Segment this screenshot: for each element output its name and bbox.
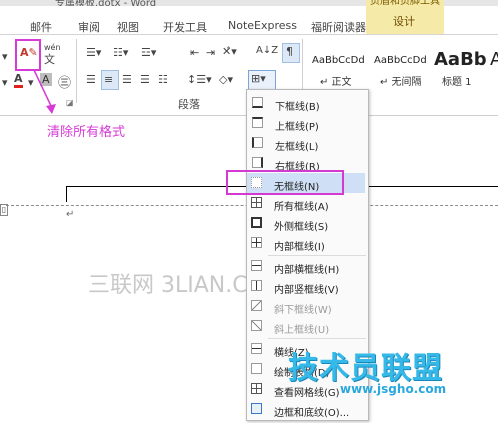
tab-review[interactable]: 审阅 xyxy=(78,19,100,35)
menu-item-all-borders[interactable]: 所有框线(A) xyxy=(246,194,367,213)
style-no-spacing[interactable]: AaBbCcDd ↵ 无间隔 xyxy=(372,39,434,93)
outside-borders-icon xyxy=(251,217,262,228)
tab-noteexpress[interactable]: NoteExpress xyxy=(228,19,297,32)
watermark-jsgho-url: www.jsgho.com xyxy=(340,382,447,396)
menu-item-diagonal-up: 斜上框线(U) xyxy=(246,317,367,336)
align-left-icon[interactable]: ☰ xyxy=(86,73,96,86)
numbering-icon[interactable]: ☷▾ xyxy=(113,46,128,59)
font-dialog-launcher-icon[interactable]: ◪ xyxy=(66,98,74,107)
font-dropdown-arrow-icon[interactable]: ▾ xyxy=(2,50,8,63)
style-next-sample: A xyxy=(490,49,498,70)
menu-item-inside-borders[interactable]: 内部框线(I) xyxy=(246,234,367,253)
no-border-highlight xyxy=(226,170,344,195)
style-no-spacing-sample: AaBbCcDd xyxy=(374,55,427,66)
borders-shading-icon xyxy=(251,403,262,414)
tab-design-label: 设计 xyxy=(393,15,415,28)
menu-item-top-border[interactable]: 上框线(P) xyxy=(247,114,368,133)
annotation-clear-all-formatting: 清除所有格式 xyxy=(47,125,126,140)
bullets-icon[interactable]: ☰▾ xyxy=(86,46,101,59)
right-border-icon xyxy=(252,157,263,168)
distributed-icon[interactable]: ☷ xyxy=(158,73,168,86)
horizontal-line-icon xyxy=(251,343,262,354)
menu-item-diagonal-down: 斜下框线(W) xyxy=(246,297,367,316)
style-heading-1[interactable]: AaBb 标题 1 xyxy=(434,39,490,93)
decrease-indent-icon[interactable]: ⇤ xyxy=(190,46,199,59)
menu-item-inside-horizontal[interactable]: 内部横框线(H) xyxy=(246,257,367,276)
tab-view[interactable]: 视图 xyxy=(117,19,139,35)
clear-formatting-highlight xyxy=(15,39,41,71)
phonetic-guide-char: 文 xyxy=(44,53,55,66)
menu-item-bottom-border[interactable]: 下框线(B) xyxy=(247,94,368,113)
style-normal[interactable]: AaBbCcDd ↵ 正文 xyxy=(308,39,370,93)
menu-separator xyxy=(268,255,366,256)
diagonal-up-border-icon xyxy=(251,320,262,331)
font-color-icon[interactable]: A xyxy=(14,73,23,88)
all-borders-icon xyxy=(251,197,262,208)
inside-horizontal-border-icon xyxy=(251,260,262,271)
watermark-jsgho-logo: 技术员联盟 xyxy=(288,351,443,386)
header-border-left-edge xyxy=(66,186,67,202)
gridlines-icon xyxy=(251,383,262,394)
left-border-icon xyxy=(252,137,263,148)
asian-layout-icon[interactable]: ✕̂▾ xyxy=(222,45,237,58)
sort-icon[interactable]: A↓Z xyxy=(256,45,278,56)
tab-developer[interactable]: 开发工具 xyxy=(163,19,207,35)
increase-indent-icon[interactable]: ⇥ xyxy=(206,46,215,59)
style-no-spacing-name: ↵ 无间隔 xyxy=(380,77,422,88)
align-right-icon[interactable]: ☰ xyxy=(122,73,132,86)
font-size-arrow-icon[interactable]: ▾ xyxy=(2,76,8,89)
style-heading-1-sample: AaBb xyxy=(434,49,487,70)
inside-vertical-border-icon xyxy=(251,280,262,291)
paragraph-group-label: 段落 xyxy=(178,98,200,111)
justify-icon[interactable]: ☰ xyxy=(140,73,150,86)
menu-item-inside-vertical[interactable]: 内部竖框线(V) xyxy=(246,277,367,296)
tab-mailings[interactable]: 邮件 xyxy=(30,19,52,35)
bottom-border-icon xyxy=(252,97,263,108)
multilevel-list-icon[interactable]: ☲▾ xyxy=(141,46,156,59)
line-spacing-icon[interactable]: ↕☰▾ xyxy=(187,73,212,86)
border-grid-icon[interactable]: ⊞▾ xyxy=(251,72,266,85)
style-heading-1-name: 标题 1 xyxy=(442,77,472,88)
paragraph-mark-icon: ↵ xyxy=(66,209,75,220)
ribbon-group-divider xyxy=(76,39,77,103)
menu-item-outside-borders[interactable]: 外侧框线(S) xyxy=(246,214,367,233)
style-normal-sample: AaBbCcDd xyxy=(312,55,365,66)
draw-table-icon xyxy=(251,363,262,374)
diagonal-down-border-icon xyxy=(251,300,262,311)
annotation-arrow xyxy=(33,69,56,114)
align-center-icon[interactable]: ≡ xyxy=(104,73,113,86)
menu-item-borders-and-shading[interactable]: 边框和底纹(O)... xyxy=(246,400,367,419)
pilcrow-icon: ¶ xyxy=(286,45,293,58)
shading-icon[interactable]: ◇▾ xyxy=(219,73,233,86)
style-normal-name: ↵ 正文 xyxy=(320,77,352,88)
menu-separator xyxy=(268,338,366,339)
style-next[interactable]: A xyxy=(490,39,498,93)
top-border-icon xyxy=(252,117,263,128)
tab-design[interactable]: 设计 xyxy=(366,6,444,34)
inside-borders-icon xyxy=(251,237,262,248)
menu-item-left-border[interactable]: 左框线(L) xyxy=(247,134,368,153)
tab-foxit-reader[interactable]: 福昕阅读器 xyxy=(311,19,366,35)
